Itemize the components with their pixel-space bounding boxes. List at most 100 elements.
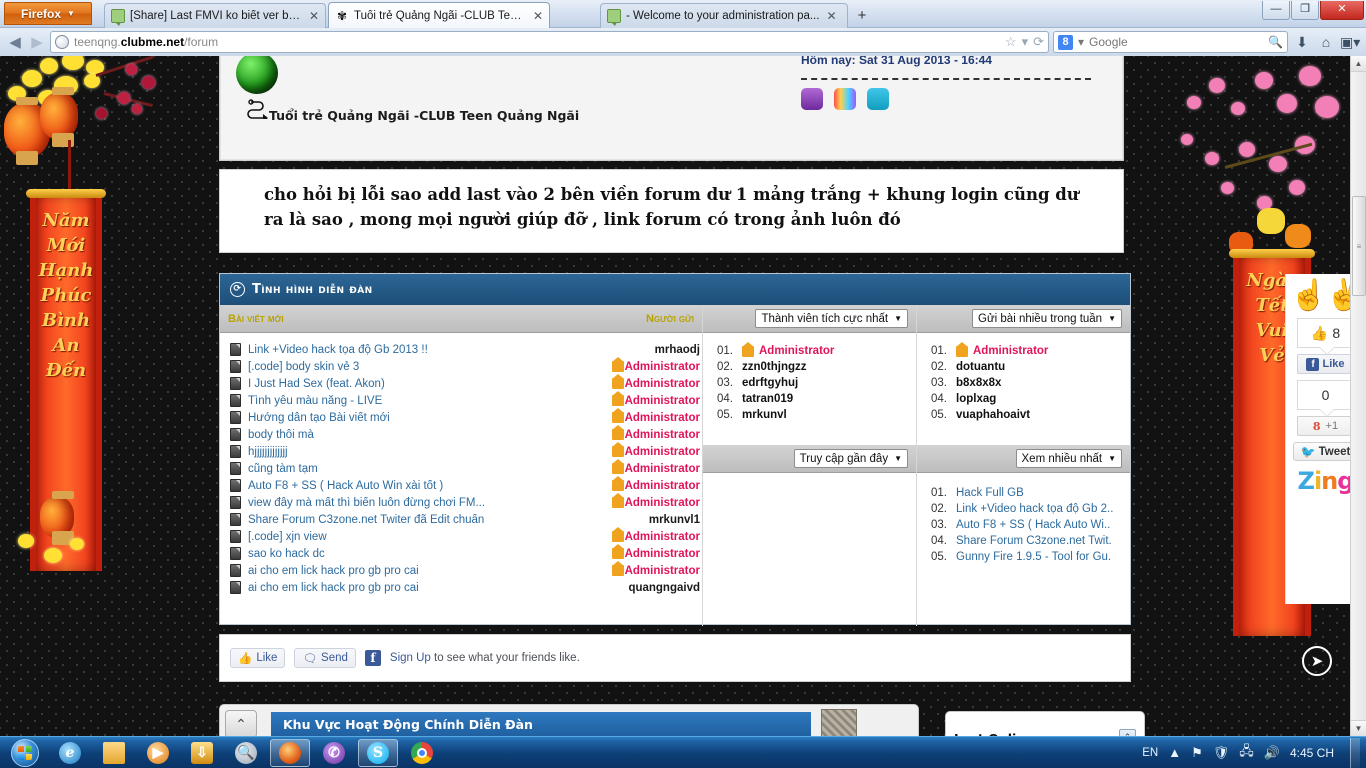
top-member-row[interactable]: 05. mrkunvl [717,407,916,423]
start-button[interactable] [2,738,48,768]
rank-name[interactable]: zzn0thjngzz [742,361,807,373]
topic-title[interactable]: hjjjjjjjjjjjjj [248,446,577,458]
google-plus-one-button[interactable]: 8 +1 [1296,416,1355,436]
scroll-to-top-icon[interactable]: ➤ [1302,646,1332,676]
language-indicator[interactable]: EN [1142,747,1158,759]
topic-author[interactable]: quangngaivd [577,582,702,594]
top-members-dropdown[interactable]: Thành viên tích cực nhất ▼ [755,309,908,328]
bookmark-star-icon[interactable]: ☆ [1005,34,1017,50]
scrollbar-up-arrow-icon[interactable]: ▲ [1351,56,1366,72]
tab-close-icon[interactable]: ✕ [309,9,319,23]
recent-visits-dropdown[interactable]: Truy cập gần đây ▼ [793,449,908,468]
topic-author[interactable]: mrkunvl1 [577,514,702,526]
search-bar[interactable]: 8 ▾ Google 🔍 [1053,31,1288,53]
topic-row[interactable]: view đây mà mất thì biến luôn đừng chơi … [230,493,702,511]
rank-name[interactable]: b8x8x8x [956,377,1001,389]
topic-title[interactable]: I Just Had Sex (feat. Akon) [248,378,577,390]
taskbar-item-firefox[interactable] [270,738,310,767]
taskbar-item-download-manager[interactable]: ⇩ [182,739,222,767]
messenger-app-icon[interactable] [867,88,889,110]
facebook-send-button[interactable]: 🗨 Send [294,648,356,668]
browser-tab-2[interactable]: ✾ Tuổi trẻ Quảng Ngãi -CLUB Teen Qu... ✕ [328,2,550,28]
page-scrollbar[interactable]: ▲ ≡ ▼ [1350,56,1366,736]
top-member-row[interactable]: 02. zzn0thjngzz [717,359,916,375]
search-icon[interactable]: 🔍 [1268,35,1283,49]
week-poster-row[interactable]: 05. vuaphahoaivt [931,407,1130,423]
rank-name[interactable]: tatran019 [742,393,793,405]
rank-name[interactable]: loplxag [956,393,996,405]
scrollbar-down-arrow-icon[interactable]: ▼ [1351,720,1366,736]
topic-row[interactable]: Hướng dẫn tạo Bài viết mới Administrator [230,408,702,426]
topic-row[interactable]: [.code] xjn view Administrator [230,527,702,545]
taskbar-item-skype[interactable]: S [358,738,398,767]
topic-author[interactable]: Administrator [577,493,702,509]
topic-row[interactable]: body thôi mà Administrator [230,425,702,443]
topic-row[interactable]: Auto F8 + SS ( Hack Auto Win xài tốt ) Ad… [230,476,702,494]
week-poster-row[interactable]: 01. Administrator [931,341,1130,359]
topic-author[interactable]: Administrator [577,476,702,492]
facebook-like-button-side[interactable]: f Like [1296,354,1355,374]
action-center-flag-icon[interactable]: ⚑ [1191,745,1203,761]
firefox-menu-button[interactable]: Firefox ▼ [4,2,92,25]
chat-app-icon[interactable] [801,88,823,110]
forward-icon[interactable]: ▶ [28,33,46,51]
topic-author[interactable]: Administrator [577,374,702,390]
taskbar-item-windows-media-player[interactable]: ▶ [138,739,178,767]
download-icon[interactable]: ⬇ [1292,34,1312,51]
most-viewed-row[interactable]: 01. Hack Full GB [931,485,1130,501]
topic-author[interactable]: Administrator [577,561,702,577]
most-viewed-dropdown[interactable]: Xem nhiều nhất ▼ [1015,449,1122,468]
rank-name[interactable]: Administrator [759,345,834,357]
topic-author[interactable]: Administrator [577,425,702,441]
topic-row[interactable]: Link +Video hack tọa độ Gb 2013 !! mrhaod… [230,341,702,358]
topic-title[interactable]: sao ko hack dc [248,548,577,560]
topic-author[interactable]: Administrator [577,459,702,475]
minimize-button[interactable]: — [1262,1,1290,20]
most-viewed-row[interactable]: 05. Gunny Fire 1.9.5 - Tool for Gu. [931,549,1130,565]
topic-row[interactable]: I Just Had Sex (feat. Akon) Administrator [230,374,702,392]
reload-icon[interactable]: ⟳ [1033,34,1044,50]
topic-title[interactable]: cũng tàm tạm [248,463,577,475]
topic-title[interactable]: Link +Video hack tọa độ Gb 2013 !! [248,344,577,356]
topic-title[interactable]: Hướng dẫn tạo Bài viết mới [248,412,577,424]
twitter-tweet-button[interactable]: 🐦 Tweet [1292,442,1359,461]
topic-row[interactable]: Tình yêu màu nắng - LIVE Administrator [230,391,702,409]
rank-name[interactable]: dotuantu [956,361,1005,373]
network-icon[interactable]: 🖧 [1239,742,1254,764]
most-viewed-row[interactable]: 03. Auto F8 + SS ( Hack Auto Wi.. [931,517,1130,533]
show-hidden-icons-icon[interactable]: ▲ [1168,745,1181,760]
zing-app-icon[interactable] [834,88,856,110]
topic-author[interactable]: Administrator [577,357,702,373]
week-poster-row[interactable]: 03. b8x8x8x [931,375,1130,391]
rank-name[interactable]: Link +Video hack tọa độ Gb 2.. [956,503,1113,515]
search-engine-chevron-icon[interactable]: ▾ [1078,35,1084,49]
topic-row[interactable]: ai cho em lick hack pro gb pro cai quangn… [230,579,702,596]
topic-author[interactable]: Administrator [577,442,702,458]
week-posters-dropdown[interactable]: Gửi bài nhiều trong tuần ▼ [972,309,1122,328]
maximize-button[interactable]: ❐ [1291,1,1319,20]
addon-icon[interactable]: ▣▾ [1340,34,1360,51]
rank-name[interactable]: mrkunvl [742,409,787,421]
address-bar[interactable]: teenqng.clubme.net/forum ☆ ▾ ⟳ [50,31,1049,53]
topic-author[interactable]: Administrator [577,408,702,424]
facebook-signup-link[interactable]: Sign Up [390,652,431,664]
browser-tab-3[interactable]: - Welcome to your administration pa... ✕ [600,3,848,28]
topic-title[interactable]: ai cho em lick hack pro gb pro cai [248,565,577,577]
topic-row[interactable]: ai cho em lick hack pro gb pro cai Admini… [230,561,702,579]
rank-name[interactable]: Administrator [973,345,1048,357]
zing-me-logo[interactable]: Zing [1298,467,1355,495]
last-online-toggle-icon[interactable]: ⌃ [1119,728,1136,736]
new-tab-button[interactable]: + [851,6,873,26]
rank-name[interactable]: edrftgyhuj [742,377,798,389]
home-icon[interactable]: ⌂ [1316,34,1336,50]
topic-title[interactable]: view đây mà mất thì biến luôn đừng chơi … [248,497,577,509]
top-member-row[interactable]: 03. edrftgyhuj [717,375,916,391]
chevron-down-icon[interactable]: ▾ [1022,34,1029,50]
taskbar-item-chrome[interactable] [402,739,442,767]
close-button[interactable]: ✕ [1320,1,1364,20]
topic-row[interactable]: cũng tàm tạm Administrator [230,459,702,477]
most-viewed-row[interactable]: 02. Link +Video hack tọa độ Gb 2.. [931,501,1130,517]
tab-close-icon[interactable]: ✕ [533,9,543,23]
topic-author[interactable]: Administrator [577,391,702,407]
topic-title[interactable]: Auto F8 + SS ( Hack Auto Win xài tốt ) [248,480,577,492]
